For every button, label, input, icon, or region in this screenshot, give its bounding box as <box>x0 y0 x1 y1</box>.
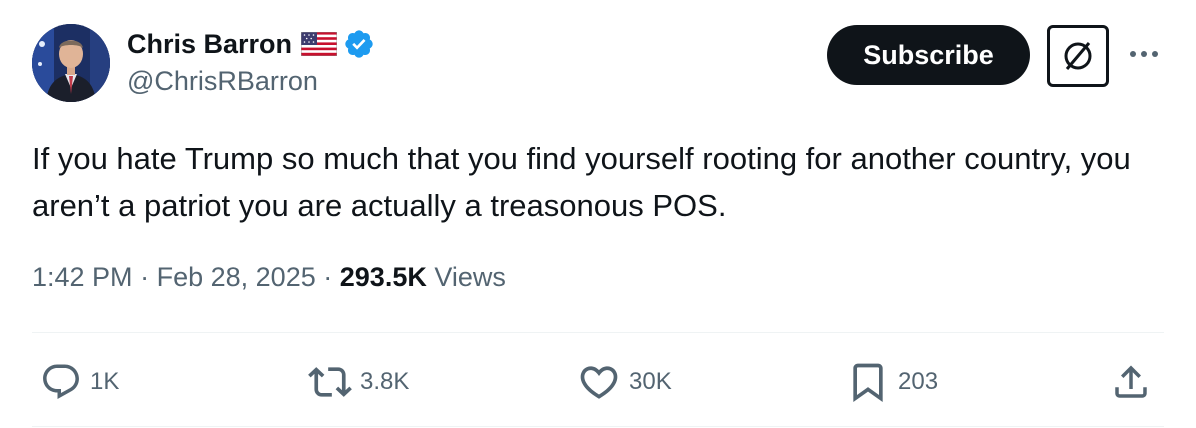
like-button[interactable]: 30K <box>577 352 672 412</box>
bookmark-count: 203 <box>898 368 939 395</box>
avatar[interactable] <box>32 24 110 102</box>
author-handle[interactable]: @ChrisRBarron <box>127 66 318 97</box>
more-dots-icon <box>1130 51 1158 57</box>
us-flag-icon <box>292 32 338 56</box>
action-bar: 1K 3.8K 30K 203 <box>32 352 1164 412</box>
meta-separator: · <box>140 262 150 292</box>
reply-count: 1K <box>90 368 120 395</box>
divider-bottom <box>32 426 1164 427</box>
verified-badge-icon[interactable] <box>337 28 375 60</box>
views-count: 293.5K <box>339 262 427 292</box>
tweet-time[interactable]: 1:42 PM <box>32 262 133 292</box>
like-count: 30K <box>629 368 672 395</box>
bookmark-icon <box>853 363 883 403</box>
heart-icon <box>580 366 618 399</box>
tweet-date[interactable]: Feb 28, 2025 <box>157 262 316 292</box>
reply-icon <box>43 364 79 399</box>
author-name-row: Chris Barron <box>127 26 375 62</box>
subscribe-button[interactable]: Subscribe <box>827 25 1030 85</box>
grok-icon <box>1064 42 1092 70</box>
divider-top <box>32 332 1164 333</box>
author-display-name[interactable]: Chris Barron <box>127 29 292 60</box>
tweet-meta: 1:42 PM · Feb 28, 2025 · 293.5K Views <box>32 262 506 293</box>
share-button[interactable] <box>1110 352 1152 412</box>
grok-button[interactable] <box>1047 25 1109 87</box>
meta-separator: · <box>323 262 333 292</box>
repost-count: 3.8K <box>360 368 410 395</box>
reply-button[interactable]: 1K <box>40 352 119 412</box>
repost-button[interactable]: 3.8K <box>308 352 409 412</box>
bookmark-button[interactable]: 203 <box>846 352 938 412</box>
more-options-button[interactable] <box>1126 44 1162 64</box>
repost-icon <box>308 367 352 397</box>
share-icon <box>1115 365 1147 398</box>
tweet-text: If you hate Trump so much that you find … <box>32 141 1131 223</box>
views-label: Views <box>434 262 506 292</box>
